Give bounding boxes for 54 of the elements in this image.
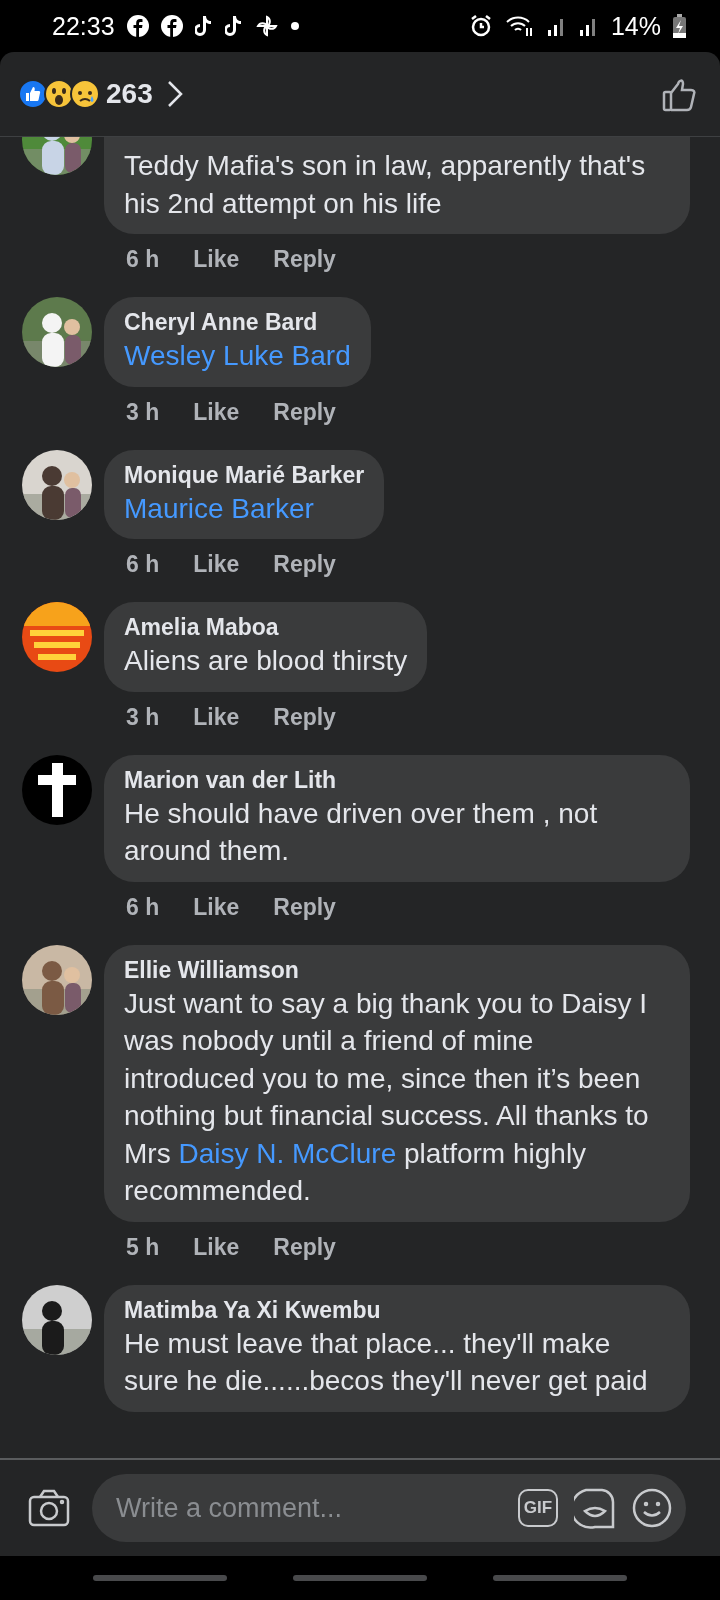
reaction-count[interactable]: 263 (106, 78, 153, 110)
sad-reaction-icon (70, 79, 100, 109)
comment-time: 3 h (126, 398, 160, 426)
like-link[interactable]: Like (193, 398, 240, 426)
commenter-name[interactable]: Marion van der Lith (124, 764, 670, 795)
reply-link[interactable]: Reply (273, 893, 336, 921)
thumbs-up-icon[interactable] (662, 76, 698, 112)
gif-button[interactable]: GIF (518, 1489, 558, 1527)
facebook-icon (126, 15, 149, 37)
comment-time: 6 h (126, 551, 160, 578)
nav-bar-handle[interactable] (93, 1575, 227, 1581)
comment-time: 6 h (126, 893, 160, 921)
commenter-name[interactable]: Monique Marié Barker (124, 459, 365, 490)
reply-link[interactable]: Reply (273, 398, 336, 426)
comment-time: 3 h (126, 703, 160, 731)
nav-bar-handle[interactable] (293, 1575, 427, 1581)
sticker-icon[interactable] (574, 1487, 616, 1529)
clock-time: 22:33 (52, 11, 115, 41)
like-link[interactable]: Like (193, 246, 240, 273)
reply-link[interactable]: Reply (273, 551, 336, 578)
comment-text: He must leave that place... they'll make sure he die......becos they'll never get paid (124, 1326, 649, 1398)
comment-text: Teddy Mafia's son in law, apparently that's his 2nd attempt on his life (124, 149, 647, 221)
mention-link[interactable]: Maurice Barker (124, 492, 314, 524)
music-note-icon (224, 15, 243, 37)
comment-text: He should have driven over them , not around them. (124, 796, 599, 868)
music-note-icon (194, 15, 213, 37)
mention-link[interactable]: Daisy N. McClure (178, 1137, 397, 1169)
comment-time: 5 h (126, 1233, 160, 1261)
chevron-right-icon[interactable] (166, 80, 183, 108)
comment-text: Aliens are blood thirsty (124, 644, 408, 678)
wifi-icon (504, 14, 535, 38)
like-link[interactable]: Like (193, 893, 240, 921)
commenter-name[interactable]: Amelia Maboa (124, 612, 408, 642)
reply-link[interactable]: Reply (273, 1233, 336, 1261)
pinwheel-icon (254, 14, 279, 38)
comment-text: Just want to say a big thank you to Daisy I was nobody until a friend of mine introduced you to me, since then it’s been nothing but financial success. All thanks to Mrs Daisy N. McClure platform highly recommended. (124, 986, 650, 1208)
dot-icon (290, 22, 299, 30)
battery-charging-icon (673, 14, 686, 38)
comment-time: 6 h (126, 246, 160, 273)
reply-link[interactable]: Reply (273, 703, 336, 731)
commenter-name[interactable]: Matimba Ya Xi Kwembu (124, 1294, 670, 1325)
commenter-name[interactable]: Cheryl Anne Bard (124, 307, 351, 337)
like-link[interactable]: Like (193, 1233, 240, 1261)
comment-input-field[interactable]: Write a comment... GIF (92, 1474, 686, 1542)
facebook-icon (160, 15, 183, 37)
camera-icon[interactable] (28, 1489, 70, 1527)
like-link[interactable]: Like (193, 703, 240, 731)
nav-bar-handle[interactable] (493, 1575, 627, 1581)
commenter-name[interactable]: Ellie Williamson (124, 954, 670, 985)
reply-link[interactable]: Reply (273, 246, 336, 273)
mention-link[interactable]: Wesley Luke Bard (124, 340, 351, 371)
like-link[interactable]: Like (193, 551, 240, 578)
emoji-icon[interactable] (632, 1488, 672, 1528)
battery-percentage: 14% (610, 11, 661, 41)
